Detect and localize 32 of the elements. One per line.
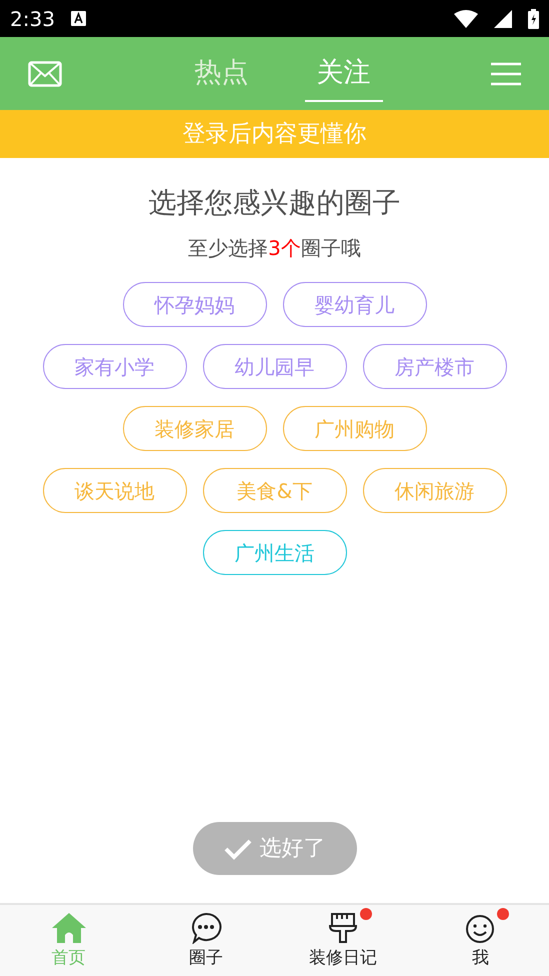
brush-icon	[328, 912, 358, 944]
interest-tag[interactable]: 房产楼市	[362, 344, 506, 389]
status-time: 2:33	[10, 6, 55, 32]
menu-icon[interactable]	[491, 62, 521, 86]
interest-tag[interactable]: 婴幼育儿	[282, 282, 426, 327]
page-heading: 选择您感兴趣的圈子	[148, 185, 400, 221]
nav-tab[interactable]: 我	[412, 905, 549, 976]
check-icon	[224, 838, 252, 860]
interest-tag[interactable]: 广州生活	[202, 530, 346, 575]
battery-icon	[528, 8, 539, 28]
interest-tag[interactable]: 怀孕妈妈	[122, 282, 266, 327]
interest-tag[interactable]: 家有小学	[42, 344, 186, 389]
smiley-icon	[465, 914, 496, 944]
keyboard-icon	[70, 11, 86, 26]
interest-tag[interactable]: 谈天说地	[42, 468, 186, 513]
speech-bubble-icon	[190, 912, 222, 944]
interest-tag[interactable]: 装修家居	[122, 406, 266, 451]
signal-icon	[494, 10, 512, 28]
interest-tag[interactable]: 广州购物	[282, 406, 426, 451]
nav-tab[interactable]: 装修日记	[274, 905, 412, 976]
nav-tab[interactable]: 圈子	[137, 905, 274, 976]
wifi-icon	[454, 10, 478, 28]
nav-tab[interactable]: 首页	[0, 905, 138, 976]
interest-tag[interactable]: 美食&下	[202, 468, 346, 513]
interest-tag[interactable]: 休闲旅游	[362, 468, 506, 513]
interest-tag[interactable]: 幼儿园早	[202, 344, 346, 389]
subtitle-text: 至少选择3个圈子哦	[188, 235, 361, 262]
header-tab[interactable]: 热点	[182, 45, 260, 102]
login-banner[interactable]: 登录后内容更懂你	[0, 110, 549, 158]
mail-icon[interactable]	[28, 60, 62, 86]
home-icon	[50, 912, 87, 944]
header-tab[interactable]: 关注	[304, 45, 382, 102]
